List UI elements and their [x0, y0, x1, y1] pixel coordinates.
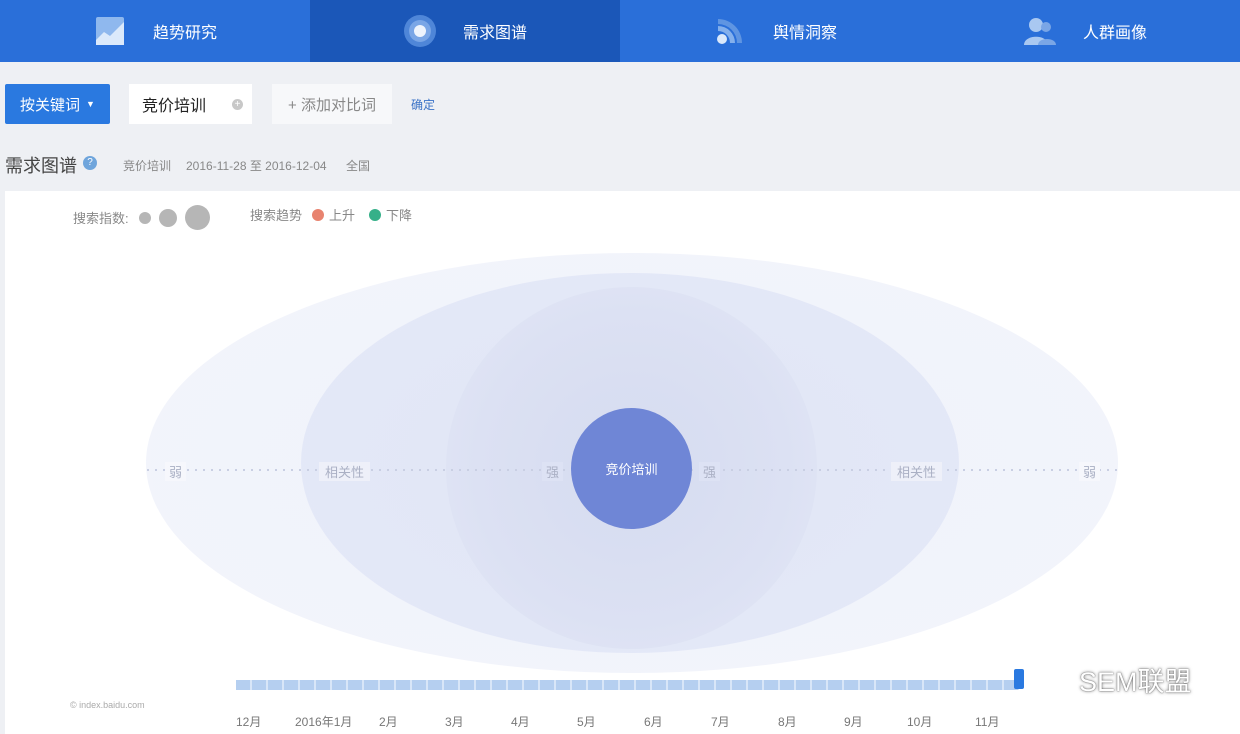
wechat-watermark: SEM联盟 — [1037, 660, 1192, 699]
axis-weak-right: 弱 — [1079, 462, 1101, 481]
source-credit: © index.baidu.com — [70, 700, 145, 710]
timeline-tick: 4月 — [511, 715, 530, 729]
meta-region: 全国 — [346, 159, 371, 173]
timeline-handle[interactable] — [1014, 669, 1024, 689]
confirm-button[interactable]: 确定 — [411, 96, 435, 113]
add-compare-label: + 添加对比词 — [288, 96, 376, 114]
caret-down-icon: ▼ — [86, 99, 95, 109]
tab-label: 需求图谱 — [462, 25, 527, 42]
meta-date-range: 2016-11-28 至 2016-12-04 — [186, 159, 327, 173]
timeline-tick: 3月 — [445, 715, 464, 729]
center-keyword-node[interactable]: 竞价培训 — [571, 408, 692, 529]
tab-demand-graph[interactable]: 需求图谱 — [310, 0, 620, 62]
search-mode-dropdown[interactable]: 按关键词 ▼ — [5, 84, 110, 124]
chart-area-icon — [93, 14, 127, 48]
wechat-icon — [1038, 665, 1072, 693]
meta-keyword: 竞价培训 — [123, 159, 172, 173]
timeline-tick: 7月 — [711, 715, 730, 729]
help-icon[interactable]: ? — [83, 156, 97, 170]
tab-label: 趋势研究 — [152, 25, 217, 42]
axis-relevance-left: 相关性 — [319, 462, 371, 481]
timeline-tick: 10月 — [907, 715, 933, 729]
page-title: 需求图谱 — [5, 156, 77, 176]
tab-trend-research[interactable]: 趋势研究 — [0, 0, 310, 62]
timeline-tick: 5月 — [577, 715, 596, 729]
timeline-tick: 6月 — [644, 715, 663, 729]
tab-sentiment-insight[interactable]: 舆情洞察 — [620, 0, 930, 62]
search-toolbar: 按关键词 ▼ 竞价培训 + + 添加对比词 确定 — [0, 62, 1240, 148]
search-mode-label: 按关键词 — [20, 96, 81, 114]
timeline-tick: 12月 — [236, 715, 262, 729]
demand-graph-panel: 搜索指数: 搜索趋势 上升 下降 弱 相关性 强 强 相关性 弱 竞价培训 © … — [5, 191, 1240, 734]
tab-label: 舆情洞察 — [772, 25, 837, 42]
tab-label: 人群画像 — [1082, 25, 1147, 42]
center-keyword-label: 竞价培训 — [605, 462, 658, 477]
timeline-tick: 2月 — [379, 715, 398, 729]
timeline-tick: 2016年1月 — [295, 715, 353, 729]
axis-strong-right: 强 — [699, 462, 721, 481]
axis-strong-left: 强 — [542, 462, 564, 481]
users-icon — [1023, 14, 1057, 48]
axis-weak-left: 弱 — [165, 462, 187, 481]
timeline-tick: 8月 — [778, 715, 797, 729]
top-nav: 趋势研究 需求图谱 舆情洞察 人群画像 — [0, 0, 1240, 62]
signal-icon — [713, 14, 747, 48]
target-icon — [403, 14, 437, 48]
keyword-text: 竞价培训 — [142, 98, 207, 115]
remove-keyword-icon[interactable]: + — [232, 99, 243, 110]
timeline-tick: 11月 — [975, 715, 1000, 729]
tab-audience-profile[interactable]: 人群画像 — [930, 0, 1240, 62]
add-compare-button[interactable]: + 添加对比词 — [272, 84, 392, 124]
axis-relevance-right: 相关性 — [891, 462, 943, 481]
timeline-tick: 9月 — [844, 715, 863, 729]
keyword-chip[interactable]: 竞价培训 + — [129, 84, 252, 124]
timeline-track[interactable] — [236, 680, 1019, 690]
watermark-text: SEM联盟 — [1079, 667, 1192, 697]
